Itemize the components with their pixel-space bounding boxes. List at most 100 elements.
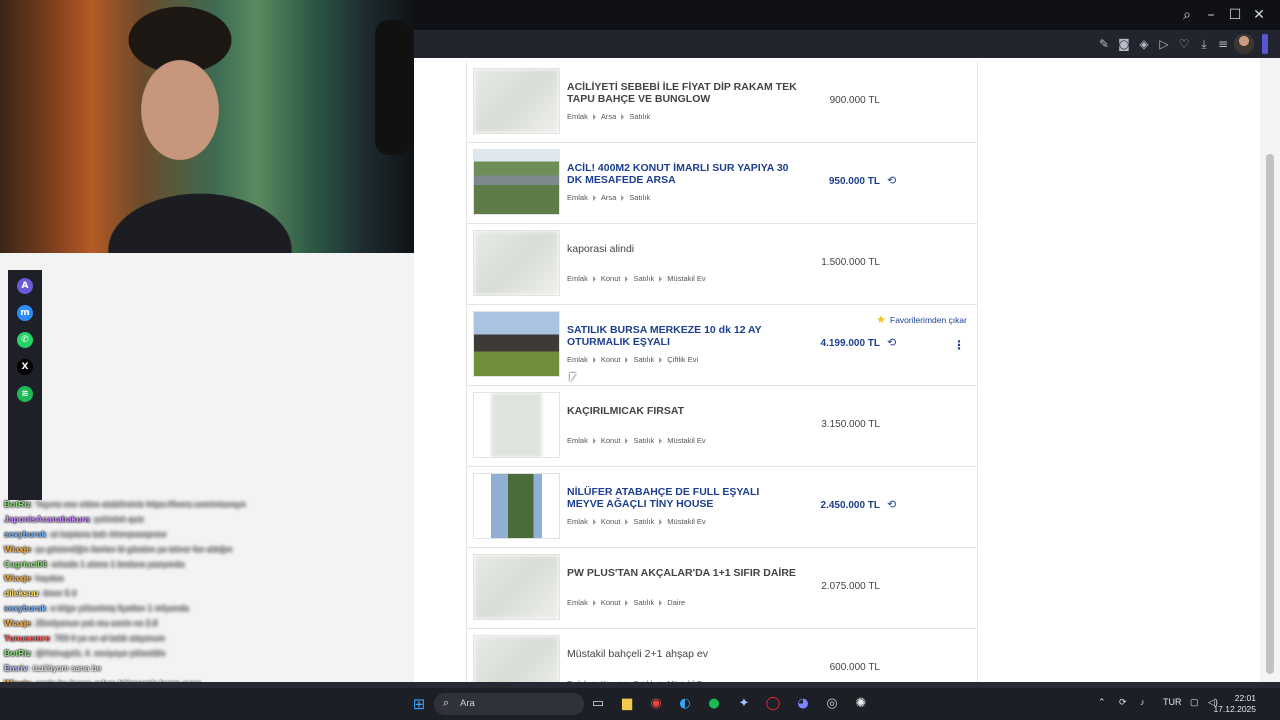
breadcrumb-item[interactable]: Satılık — [633, 598, 654, 607]
listing-row[interactable]: kaporasi alindi Emlak Konut Satılık Müstakil… — [467, 224, 977, 305]
language-indicator[interactable]: TUR — [1163, 697, 1182, 707]
breadcrumb-item[interactable]: Emlak — [567, 112, 588, 121]
breadcrumb-item[interactable]: Satılık — [629, 193, 650, 202]
maximize-button[interactable]: ☐ — [1226, 6, 1244, 24]
listing-row[interactable]: Müstakil bahçeli 2+1 ahşap evEmlakKonutS… — [467, 629, 977, 682]
breadcrumb-item[interactable]: Emlak — [567, 598, 588, 607]
chrome-icon[interactable]: ◉ — [646, 695, 666, 713]
breadcrumb-item[interactable]: Arsa — [601, 193, 616, 202]
settings-icon[interactable]: ✺ — [851, 695, 871, 713]
listing-title[interactable]: PW PLUS'TAN AKÇALAR'DA 1+1 SIFIR DAİRE — [567, 567, 797, 579]
webcam-feed — [0, 0, 414, 253]
breadcrumb-item[interactable]: Emlak — [567, 274, 588, 283]
breadcrumb-item[interactable]: Konut — [601, 355, 621, 364]
breadcrumb-item[interactable]: Konut — [601, 517, 621, 526]
breadcrumb-item[interactable]: Satılık — [629, 112, 650, 121]
breadcrumb-item[interactable]: Satılık — [633, 355, 654, 364]
opera-icon[interactable]: ◯ — [763, 695, 783, 713]
breadcrumb-item[interactable]: Müstakil Ev — [667, 436, 705, 445]
listing-thumbnail[interactable] — [473, 554, 560, 620]
listing-thumbnail[interactable] — [473, 392, 560, 458]
listing-title[interactable]: Müstakil bahçeli 2+1 ahşap ev — [567, 648, 797, 660]
listing-title[interactable]: ACİLİYETİ SEBEBİ İLE FİYAT DİP RAKAM TEK… — [567, 81, 797, 105]
breadcrumb-item[interactable]: Satılık — [633, 274, 654, 283]
windows-start-icon[interactable]: ⊞ — [409, 695, 429, 713]
scrollbar[interactable] — [1260, 58, 1280, 682]
file-explorer-icon[interactable]: ▆ — [617, 695, 637, 713]
listing-title[interactable]: kaporasi alindi — [567, 243, 797, 255]
breadcrumb-item[interactable]: Çiftlik Evi — [667, 355, 698, 364]
listing-price: 1.500.000 TL — [821, 257, 880, 268]
listing-thumbnail[interactable] — [473, 473, 560, 539]
breadcrumb-item[interactable]: Konut — [601, 274, 621, 283]
mic-tray-icon[interactable]: ♪ — [1140, 697, 1145, 707]
game-launcher-icon[interactable]: ✦ — [734, 695, 754, 713]
breadcrumb-item[interactable]: Müstakil Ev — [667, 274, 705, 283]
download-icon[interactable]: ⤓ — [1196, 36, 1212, 52]
x-icon[interactable]: X — [17, 359, 33, 375]
breadcrumb-item[interactable]: Konut — [601, 436, 621, 445]
listing-row[interactable]: KAÇIRILMICAK FIRSAT Emlak Konut Satılık Müst… — [467, 386, 977, 467]
listing-thumbnail[interactable] — [473, 230, 560, 296]
minimize-button[interactable]: – — [1202, 6, 1220, 24]
search-icon[interactable]: ⌕ — [1178, 6, 1196, 24]
camera-icon[interactable]: ◙ — [1116, 36, 1132, 52]
heart-icon[interactable]: ♡ — [1176, 36, 1192, 52]
breadcrumb-item[interactable]: Konut — [601, 598, 621, 607]
display-icon[interactable]: ▢ — [1190, 697, 1199, 708]
breadcrumb-item[interactable]: Daire — [667, 598, 685, 607]
breadcrumb-item[interactable]: Emlak — [567, 355, 588, 364]
breadcrumb-item[interactable]: Müstakil Ev — [667, 517, 705, 526]
chat-text: : çekirdek quiz — [89, 513, 144, 524]
chat-message: Wiaxje: şu gösterdiğin ilanları bi gözde… — [4, 544, 232, 554]
clock[interactable]: 22:01 17.12.2025 — [1213, 693, 1256, 715]
taskbar-search[interactable]: ⌕ Ara — [434, 693, 584, 715]
price-history-icon[interactable]: ⟲ — [887, 175, 899, 187]
chat-username: BotRiz — [4, 647, 31, 658]
breadcrumb-item[interactable]: Emlak — [567, 517, 588, 526]
listing-thumbnail[interactable] — [473, 149, 560, 215]
price-history-icon[interactable]: ⟲ — [887, 499, 899, 511]
chat-username: sexyburak — [4, 528, 47, 539]
breadcrumb-item[interactable]: Emlak — [567, 436, 588, 445]
listing-price: 2.075.000 TL — [821, 581, 880, 592]
breadcrumb-item[interactable]: Satılık — [633, 517, 654, 526]
breadcrumb-item[interactable]: Emlak — [567, 193, 588, 202]
listing-row[interactable]: ACİLİYETİ SEBEBİ İLE FİYAT DİP RAKAM TEK… — [467, 62, 977, 143]
tray-expand-icon[interactable]: ⌃ — [1098, 697, 1106, 708]
listing-title[interactable]: SATILIK BURSA MERKEZE 10 dk 12 AY OTURMA… — [567, 324, 797, 348]
price-history-icon[interactable]: ⟲ — [887, 337, 899, 349]
listing-thumbnail[interactable] — [473, 311, 560, 377]
listing-row[interactable]: NİLÜFER ATABAHÇE DE FULL EŞYALI MEYVE AĞ… — [467, 467, 977, 548]
listing-row[interactable]: PW PLUS'TAN AKÇALAR'DA 1+1 SIFIR DAİRE Em… — [467, 548, 977, 629]
spotify-icon[interactable]: ≋ — [17, 386, 33, 402]
obs-icon[interactable]: ◎ — [822, 695, 842, 713]
discord-icon[interactable]: ◕ — [793, 695, 813, 713]
profile-avatar[interactable] — [1234, 34, 1254, 54]
edge-icon[interactable]: ◐ — [675, 695, 695, 713]
listing-title[interactable]: ACİL! 400M2 KONUT İMARLI SUR YAPIYA 30 D… — [567, 162, 797, 186]
sync-icon[interactable]: ⟳ — [1119, 697, 1127, 708]
whatsapp-icon[interactable]: ✆ — [17, 332, 33, 348]
shield-icon[interactable]: ◈ — [1136, 36, 1152, 52]
aria-icon[interactable]: A — [17, 278, 33, 294]
breadcrumb-item[interactable]: Satılık — [633, 436, 654, 445]
task-view-icon[interactable]: ▭ — [588, 695, 608, 713]
listing-row[interactable]: ACİL! 400M2 KONUT İMARLI SUR YAPIYA 30 D… — [467, 143, 977, 224]
edit-icon[interactable]: ✎ — [1096, 36, 1112, 52]
play-icon[interactable]: ▷ — [1156, 36, 1172, 52]
listing-thumbnail[interactable] — [473, 635, 560, 682]
favorite-toggle[interactable]: ★ Favorilerimden çıkar — [876, 313, 967, 326]
menu-icon[interactable]: ≡ — [1215, 36, 1231, 52]
listing-row[interactable]: SATILIK BURSA MERKEZE 10 dk 12 AY OTURMA… — [467, 305, 977, 386]
more-options-icon[interactable]: ⋮ — [953, 338, 965, 352]
breadcrumb-item[interactable]: Arsa — [601, 112, 616, 121]
messenger-icon[interactable]: m — [17, 305, 33, 321]
close-button[interactable]: ✕ — [1250, 6, 1268, 24]
sidebar-toggle-icon[interactable] — [1262, 34, 1268, 54]
listing-title[interactable]: KAÇIRILMICAK FIRSAT — [567, 405, 797, 417]
listing-thumbnail[interactable] — [473, 68, 560, 134]
scrollbar-thumb[interactable] — [1266, 154, 1274, 674]
listing-title[interactable]: NİLÜFER ATABAHÇE DE FULL EŞYALI MEYVE AĞ… — [567, 486, 797, 510]
spotify-taskbar-icon[interactable]: ● — [704, 695, 724, 713]
